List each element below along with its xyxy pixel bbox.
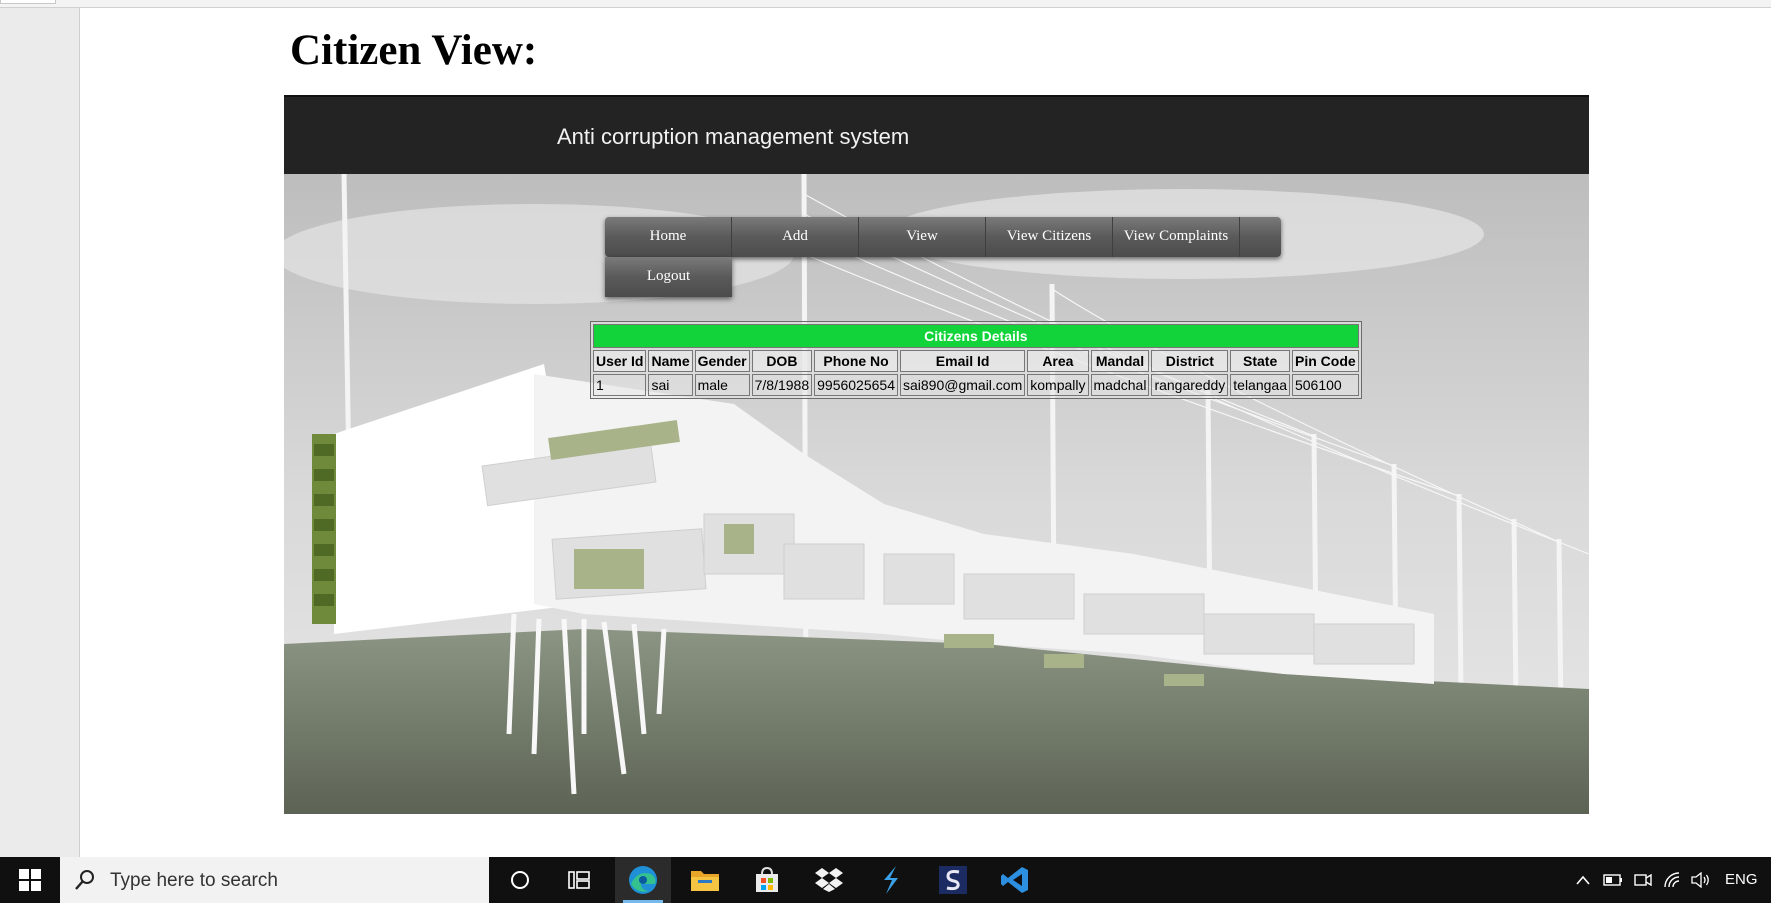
webpage-screenshot: Anti corruption management system Home A…: [284, 95, 1589, 814]
app-s-blue-icon[interactable]: [863, 857, 919, 903]
table-cell: 506100: [1291, 374, 1359, 396]
table-cell: sai890@gmail.com: [900, 374, 1026, 396]
window-top-strip: [0, 0, 1771, 8]
table-cell: sai: [648, 374, 693, 396]
col-header: User Id: [593, 350, 647, 372]
meet-camera-icon[interactable]: [1630, 857, 1656, 903]
col-header: Email Id: [900, 350, 1026, 372]
nav-view[interactable]: View: [859, 217, 986, 257]
task-view-icon[interactable]: [551, 857, 607, 903]
start-button[interactable]: [0, 857, 58, 903]
search-placeholder: Type here to search: [110, 870, 278, 891]
dropbox-icon[interactable]: [801, 857, 857, 903]
windows-logo-icon: [19, 869, 41, 891]
table-header-row: User Id Name Gender DOB Phone No Email I…: [593, 350, 1359, 372]
main-nav: Home Add View View Citizens View Complai…: [605, 217, 1281, 257]
show-hidden-icons-chevron-icon[interactable]: [1572, 857, 1594, 903]
left-gutter: [0, 8, 80, 857]
table-cell: telangaa: [1230, 374, 1290, 396]
col-header: Mandal: [1090, 350, 1150, 372]
col-header: District: [1151, 350, 1229, 372]
table-cell: kompally: [1027, 374, 1089, 396]
hero-background-image: [284, 174, 1589, 814]
table-row: 1 sai male 7/8/1988 9956025654 sai890@gm…: [593, 374, 1359, 396]
wifi-icon[interactable]: [1659, 857, 1685, 903]
architecture-photo: [284, 174, 1589, 814]
file-explorer-icon[interactable]: [677, 857, 733, 903]
nav-home[interactable]: Home: [605, 217, 732, 257]
table-cell: 1: [593, 374, 647, 396]
taskbar-search-box[interactable]: Type here to search: [60, 857, 489, 903]
table-caption: Citizens Details: [593, 324, 1359, 348]
nav-view-citizens[interactable]: View Citizens: [986, 217, 1113, 257]
nav-logout[interactable]: Logout: [605, 257, 732, 297]
input-language-indicator[interactable]: ENG: [1725, 871, 1758, 888]
site-header: Anti corruption management system: [284, 95, 1589, 176]
table-cell: male: [694, 374, 750, 396]
col-header: Phone No: [814, 350, 898, 372]
citizens-table: Citizens Details User Id Name Gender DOB…: [590, 321, 1362, 399]
table-cell: madchal: [1090, 374, 1150, 396]
edge-icon[interactable]: [615, 857, 671, 903]
col-header: Area: [1027, 350, 1089, 372]
table-cell: 9956025654: [814, 374, 898, 396]
app-s-navy-icon[interactable]: [925, 857, 981, 903]
col-header: Gender: [694, 350, 750, 372]
cortana-icon[interactable]: [492, 857, 548, 903]
col-header: Name: [648, 350, 693, 372]
col-header: Pin Code: [1291, 350, 1359, 372]
col-header: State: [1230, 350, 1290, 372]
document-heading: Citizen View:: [290, 27, 538, 74]
nav-add[interactable]: Add: [732, 217, 859, 257]
battery-icon[interactable]: [1600, 857, 1626, 903]
vscode-icon[interactable]: [987, 857, 1043, 903]
site-title: Anti corruption management system: [557, 124, 910, 149]
tab-stub[interactable]: [0, 0, 56, 4]
table-cell: rangareddy: [1151, 374, 1229, 396]
table-cell: 7/8/1988: [751, 374, 813, 396]
col-header: DOB: [751, 350, 813, 372]
volume-icon[interactable]: [1688, 857, 1714, 903]
store-icon[interactable]: [739, 857, 795, 903]
nav-view-complaints[interactable]: View Complaints: [1113, 217, 1240, 257]
taskbar: Type here to search ENG: [0, 857, 1771, 903]
search-icon: [75, 870, 94, 890]
